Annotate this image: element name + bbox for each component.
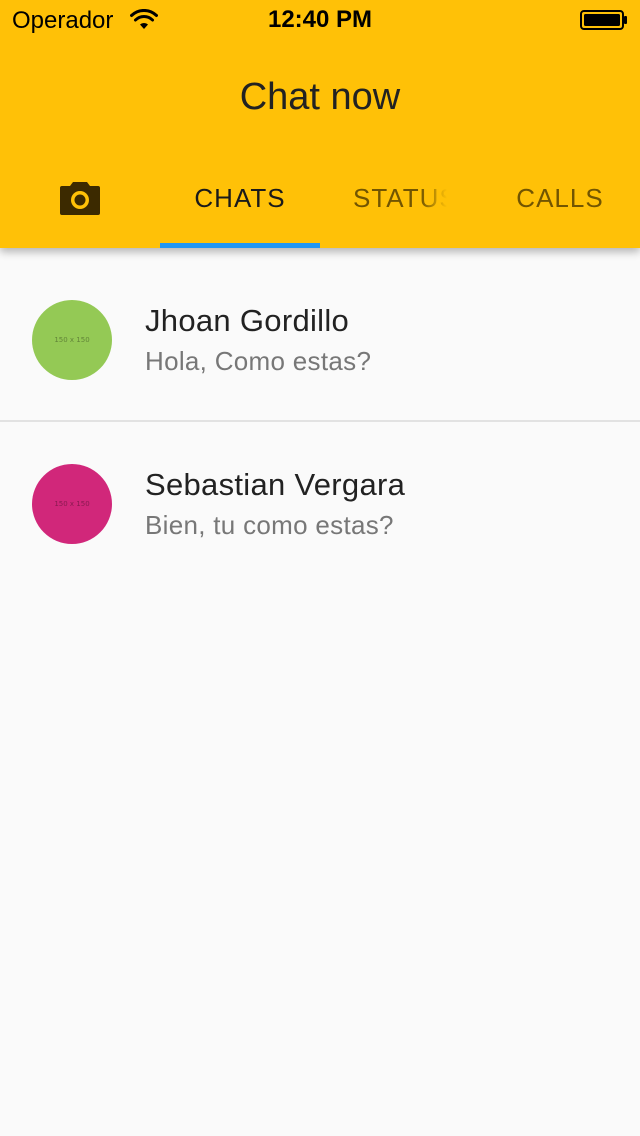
tab-chats-label: CHATS [194, 182, 286, 213]
app-bar: Operador 12:40 PM Chat now CHATS STATU C… [0, 0, 640, 248]
avatar: 150 x 150 [32, 464, 112, 544]
chat-contact-name: Sebastian Vergara [145, 467, 406, 502]
chat-list: 150 x 150 Jhoan Gordillo Hola, Como esta… [0, 258, 640, 586]
camera-icon [60, 182, 100, 215]
chat-list-item[interactable]: 150 x 150 Jhoan Gordillo Hola, Como esta… [0, 258, 640, 422]
chat-last-message: Hola, Como estas? [145, 346, 372, 376]
tab-camera[interactable] [0, 148, 160, 248]
avatar: 150 x 150 [32, 300, 112, 380]
tab-status[interactable]: STATUS [320, 148, 480, 248]
avatar-placeholder-text: 150 x 150 [54, 336, 90, 344]
tab-calls[interactable]: CALLS [480, 148, 640, 248]
page-title: Chat now [239, 76, 401, 118]
status-bar: Operador 12:40 PM [0, 0, 640, 40]
status-time: 12:40 PM [267, 6, 373, 33]
app-screen: Operador 12:40 PM Chat now CHATS STATU C… [0, 0, 640, 1136]
tab-bar: CHATS STATUS CALLS [0, 148, 640, 248]
tab-calls-label: CALLS [516, 182, 604, 213]
chat-contact-name: Jhoan Gordillo [145, 303, 350, 338]
avatar-placeholder-text: 150 x 150 [54, 500, 90, 508]
chat-list-item[interactable]: 150 x 150 Sebastian Vergara Bien, tu com… [0, 422, 640, 586]
battery-full-icon [580, 10, 627, 30]
tab-status-label: STATUS [353, 182, 447, 213]
tab-indicator [160, 243, 320, 248]
chat-last-message: Bien, tu como estas? [145, 510, 394, 540]
tab-chats[interactable]: CHATS [160, 148, 320, 248]
